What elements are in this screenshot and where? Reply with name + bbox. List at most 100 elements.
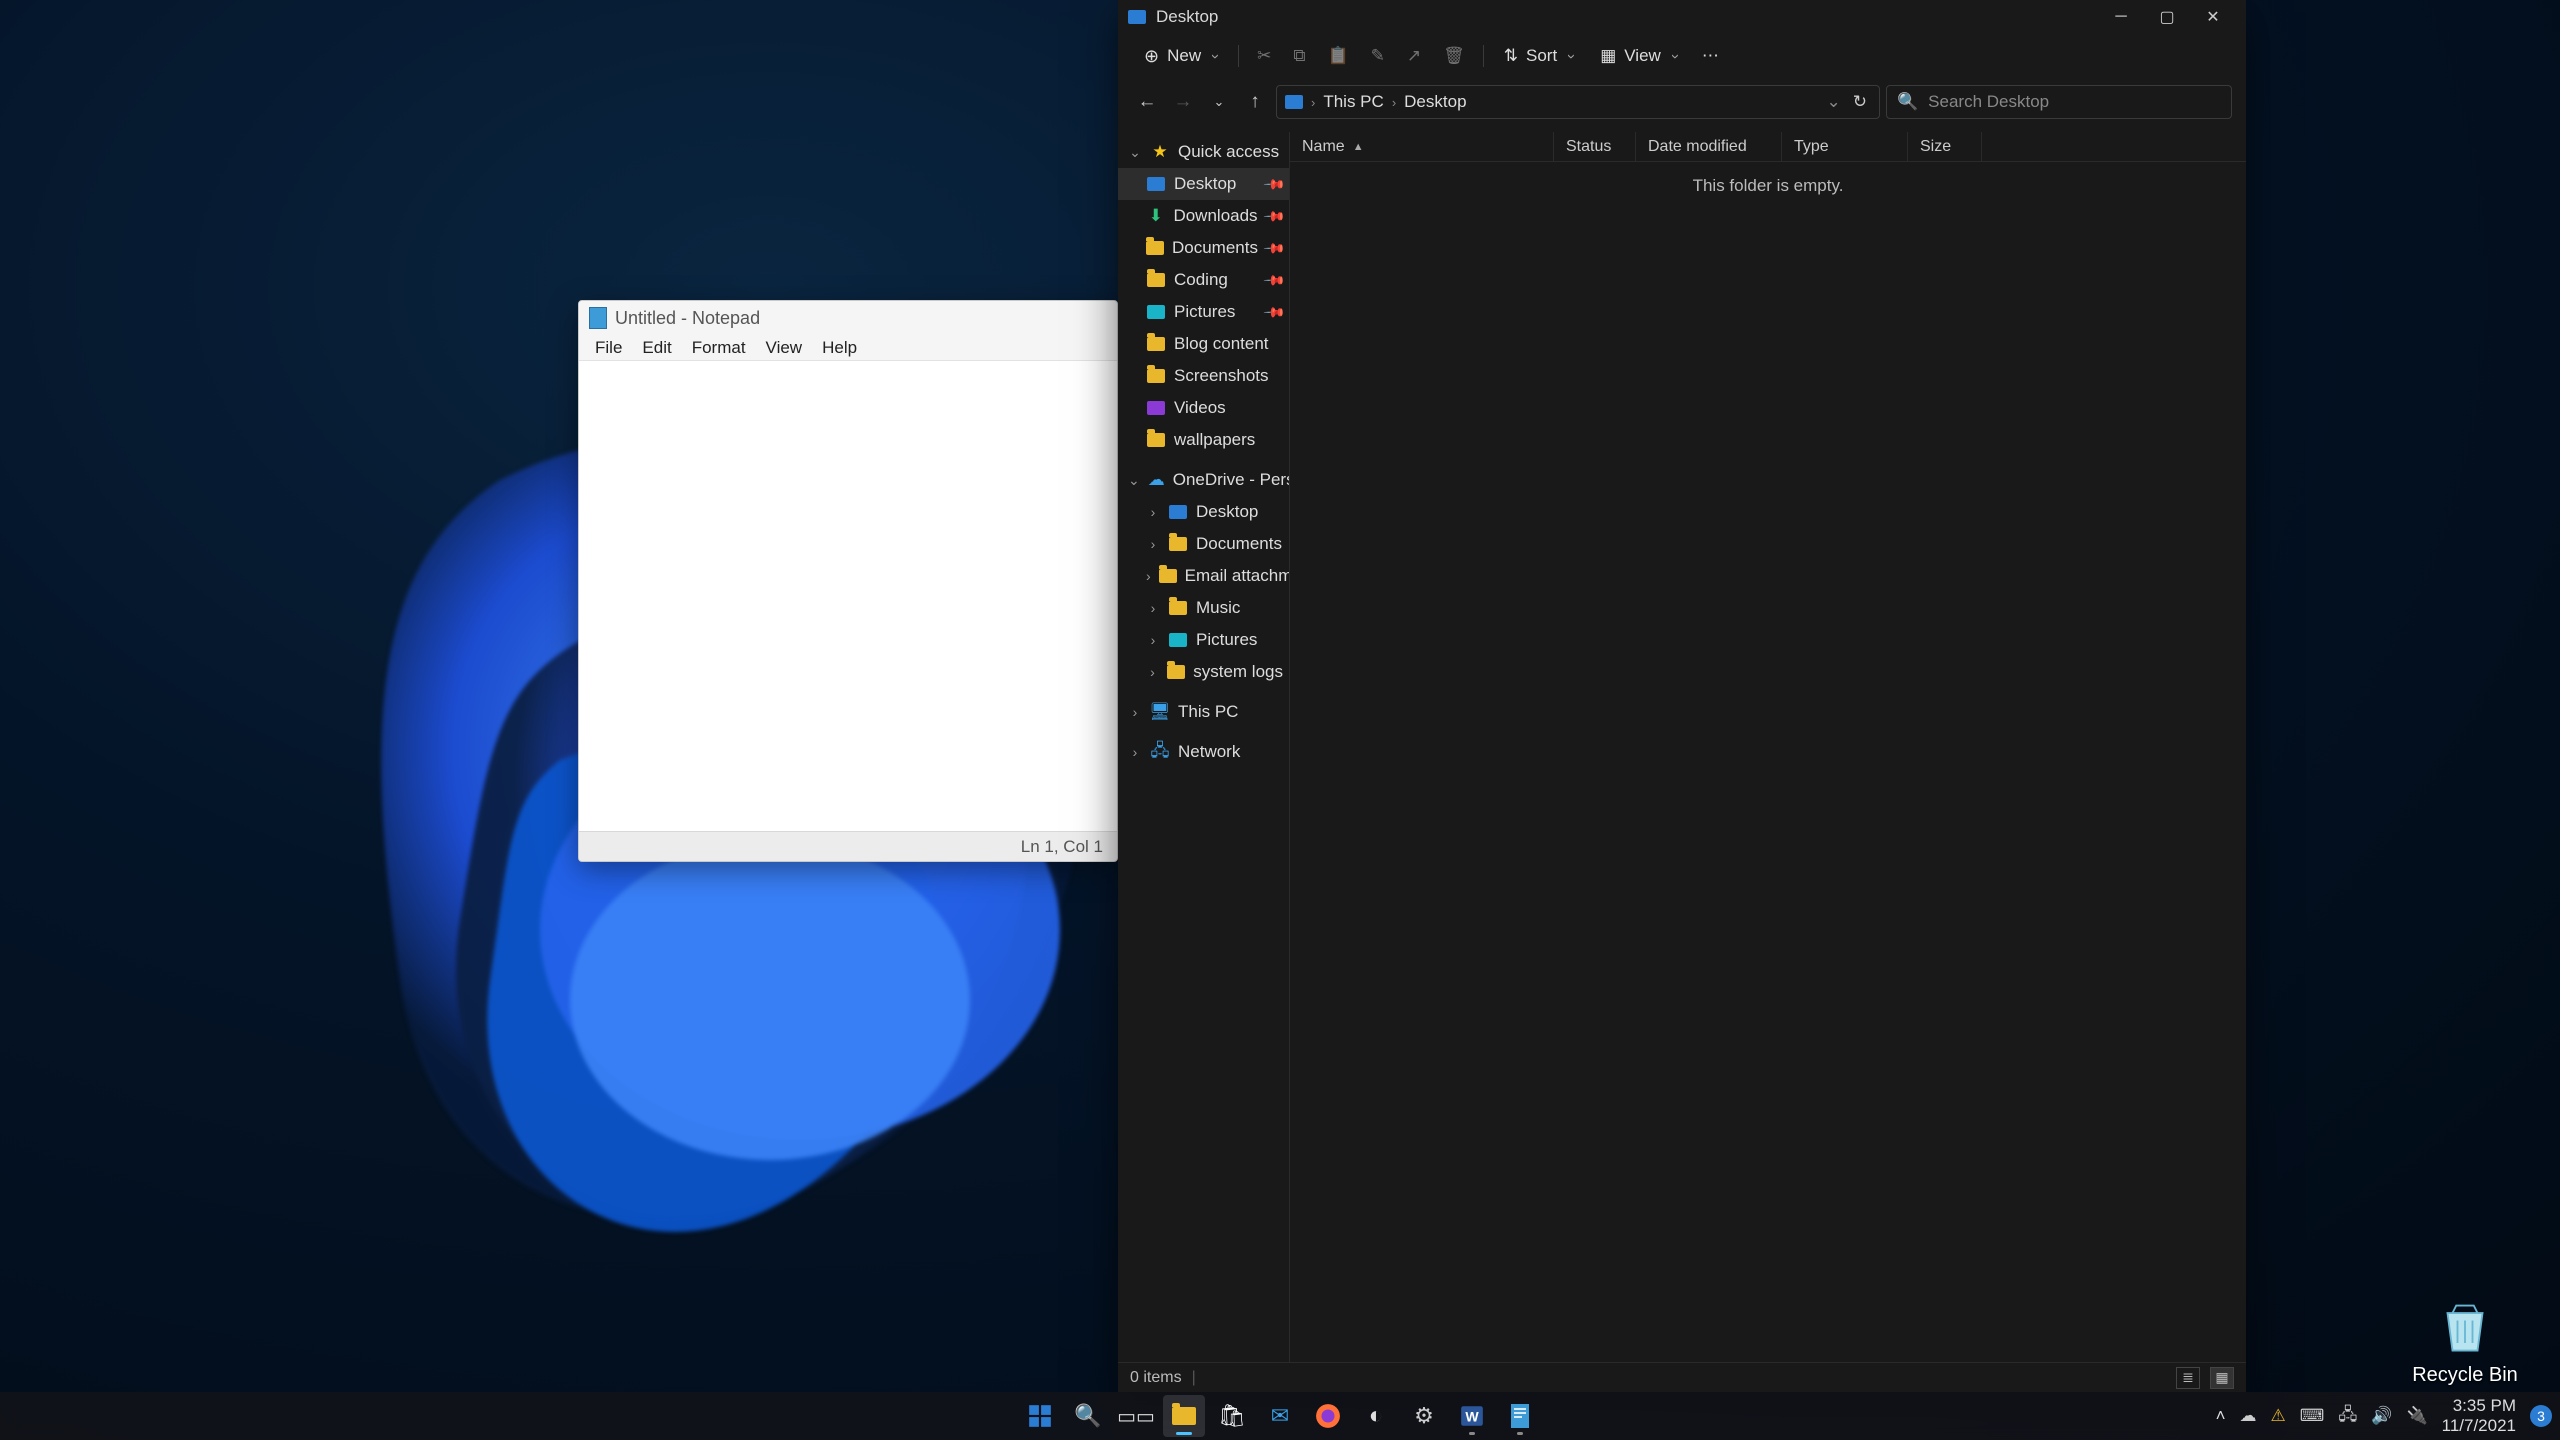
language-tray-icon[interactable]: ⌨ [2300,1406,2325,1426]
column-date[interactable]: Date modified [1636,132,1782,161]
sidebar-item-coding[interactable]: Coding📌 [1118,264,1289,296]
videos-icon [1146,398,1166,418]
refresh-button[interactable]: ↻ [1849,92,1871,112]
details-view-button[interactable]: ≣ [2176,1367,2200,1389]
column-size[interactable]: Size [1908,132,1982,161]
menu-help[interactable]: Help [812,336,867,360]
taskbar-word[interactable]: W [1451,1395,1493,1437]
breadcrumb-this-pc[interactable]: This PC [1323,92,1383,112]
pin-icon: 📌 [1262,172,1286,196]
delete-button[interactable]: 🗑 [1435,40,1473,72]
taskbar-store[interactable]: 🛍 [1211,1395,1253,1437]
notepad-title: Untitled - Notepad [615,308,760,329]
column-type[interactable]: Type [1782,132,1908,161]
breadcrumb-desktop[interactable]: Desktop [1404,92,1466,112]
close-button[interactable]: ✕ [2190,0,2236,34]
sidebar-item-label: Screenshots [1174,366,1269,386]
volume-tray-icon[interactable]: 🔊 [2371,1406,2392,1426]
sidebar-item-pictures[interactable]: Pictures📌 [1118,296,1289,328]
taskbar-notepad[interactable] [1499,1395,1541,1437]
power-tray-icon[interactable]: 🔌 [2406,1406,2427,1426]
share-button[interactable]: ↗ [1399,40,1429,72]
paste-button[interactable]: 📋 [1320,40,1357,72]
copy-button[interactable]: ⧉ [1285,40,1313,72]
pin-icon: 📌 [1262,204,1286,228]
notepad-titlebar[interactable]: Untitled - Notepad [579,301,1117,335]
onedrive-tray-icon[interactable]: ☁ [2240,1406,2257,1426]
taskbar-clock[interactable]: 3:35 PM 11/7/2021 [2442,1396,2516,1435]
sidebar-quick-access[interactable]: ⌄ ★ Quick access [1118,136,1289,168]
sidebar-item-label: wallpapers [1174,430,1255,450]
network-icon: 🖧 [1150,742,1170,762]
address-icon [1285,95,1303,109]
sidebar-item-screenshots[interactable]: Screenshots [1118,360,1289,392]
nav-recent-button[interactable]: ⌄ [1204,87,1234,117]
sidebar-item-system-logs[interactable]: ›system logs [1118,656,1289,688]
notepad-menubar: File Edit Format View Help [579,335,1117,361]
security-tray-icon[interactable]: ⚠ [2271,1406,2286,1426]
sidebar-item-downloads[interactable]: ⬇Downloads📌 [1118,200,1289,232]
sidebar-item-documents[interactable]: ›Documents [1118,528,1289,560]
desktop-icon-label: Recycle Bin [2400,1364,2530,1387]
sidebar-item-label: Coding [1174,270,1228,290]
sidebar-item-label: Documents [1196,534,1282,554]
notification-count[interactable]: 3 [2530,1405,2552,1427]
notepad-window[interactable]: Untitled - Notepad File Edit Format View… [578,300,1118,862]
desktop-icon-recycle-bin[interactable]: Recycle Bin [2400,1298,2530,1387]
taskbar-firefox[interactable] [1307,1395,1349,1437]
column-name[interactable]: Name▲ [1290,132,1554,161]
sidebar-onedrive[interactable]: ⌄ ☁ OneDrive - Personal [1118,464,1289,496]
sidebar-item-label: Desktop [1196,502,1258,522]
menu-view[interactable]: View [756,336,813,360]
taskbar-mail[interactable]: ✉ [1259,1395,1301,1437]
taskbar-steam[interactable]: ◐ [1355,1395,1397,1437]
search-button[interactable]: 🔍 [1067,1395,1109,1437]
task-view-button[interactable]: ▭▭ [1115,1395,1157,1437]
address-dropdown-icon[interactable]: ⌄ [1827,92,1841,112]
more-button[interactable]: ⋯ [1694,40,1727,72]
tray-overflow-button[interactable]: ˄ [2216,1406,2226,1426]
sidebar-item-videos[interactable]: Videos [1118,392,1289,424]
taskbar-file-explorer[interactable] [1163,1395,1205,1437]
address-bar[interactable]: › This PC › Desktop ⌄ ↻ [1276,85,1880,119]
sidebar-item-desktop[interactable]: ›Desktop [1118,496,1289,528]
new-button[interactable]: ⊕New [1134,40,1228,72]
sidebar-item-blog-content[interactable]: Blog content [1118,328,1289,360]
sidebar-item-documents[interactable]: Documents📌 [1118,232,1289,264]
start-button[interactable] [1019,1395,1061,1437]
maximize-button[interactable]: ▢ [2144,0,2190,34]
monitor-icon [1168,502,1188,522]
explorer-titlebar[interactable]: Desktop ─ ▢ ✕ [1118,0,2246,34]
menu-edit[interactable]: Edit [632,336,681,360]
sidebar-item-email-attachments[interactable]: ›Email attachments [1118,560,1289,592]
notepad-editor[interactable] [579,361,1117,832]
view-button[interactable]: ▦View [1590,40,1688,72]
cut-button[interactable]: ✂ [1249,40,1279,72]
column-status[interactable]: Status [1554,132,1636,161]
thumbnails-view-button[interactable]: ▦ [2210,1367,2234,1389]
sidebar-item-desktop[interactable]: Desktop📌 [1118,168,1289,200]
sort-button[interactable]: ⇅Sort [1494,40,1584,72]
sidebar-this-pc[interactable]: › 🖥 This PC [1118,696,1289,728]
nav-forward-button[interactable]: → [1168,87,1198,117]
monitor-icon [1146,174,1166,194]
search-box[interactable]: 🔍 Search Desktop [1886,85,2232,119]
sidebar-item-pictures[interactable]: ›Pictures [1118,624,1289,656]
rename-button[interactable]: ✎ [1363,40,1393,72]
sidebar-network[interactable]: › 🖧 Network [1118,736,1289,768]
chevron-right-icon: › [1392,95,1396,110]
chevron-right-icon: › [1146,600,1160,616]
sidebar-item-wallpapers[interactable]: wallpapers [1118,424,1289,456]
folder-icon [1146,366,1166,386]
network-tray-icon[interactable]: 🖧 [2338,1402,2357,1431]
menu-format[interactable]: Format [682,336,756,360]
menu-file[interactable]: File [585,336,632,360]
nav-up-button[interactable]: ↑ [1240,87,1270,117]
file-explorer-window[interactable]: Desktop ─ ▢ ✕ ⊕New ✂ ⧉ 📋 ✎ ↗ 🗑 ⇅Sort ▦Vi… [1118,0,2246,1392]
taskbar-settings[interactable]: ⚙ [1403,1395,1445,1437]
nav-back-button[interactable]: ← [1132,87,1162,117]
minimize-button[interactable]: ─ [2098,0,2144,34]
task-view-icon: ▭▭ [1117,1404,1155,1429]
sidebar-item-music[interactable]: ›Music [1118,592,1289,624]
recycle-bin-icon [2435,1298,2495,1358]
